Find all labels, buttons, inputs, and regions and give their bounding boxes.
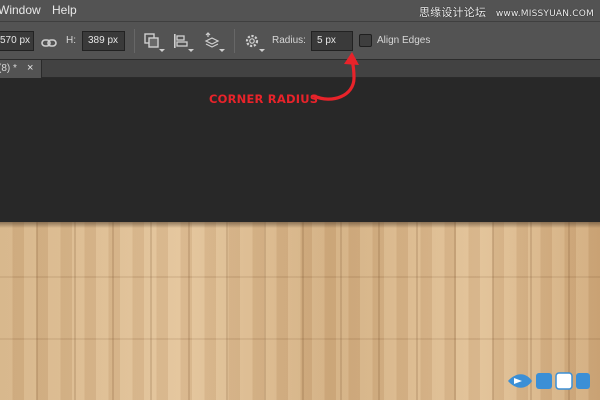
link-icon[interactable]: [40, 34, 58, 52]
watermark-url: www.MISSYUAN.COM: [495, 9, 594, 19]
height-label: H:: [66, 35, 76, 46]
site-logo-icon: [508, 372, 590, 390]
options-bar: 570 px H: 389 px Radius: 5 px Align Edge…: [0, 22, 600, 60]
document-tab[interactable]: (8) * ×: [0, 60, 42, 78]
menu-bar: Window Help 思缘设计论坛 www.MISSYUAN.COM: [0, 0, 600, 22]
height-field[interactable]: 389 px: [82, 31, 125, 51]
separator: [234, 29, 235, 53]
annotation-arrow-icon: [312, 52, 359, 101]
radius-label: Radius:: [272, 35, 306, 46]
document-tab-label: (8) *: [0, 63, 17, 74]
separator: [134, 29, 135, 53]
path-arrangement-icon[interactable]: [203, 32, 225, 52]
watermark-top: 思缘设计论坛 www.MISSYUAN.COM: [419, 4, 594, 20]
path-alignment-icon[interactable]: [172, 32, 194, 52]
width-field[interactable]: 570 px: [0, 31, 34, 51]
menu-window[interactable]: Window: [0, 3, 41, 17]
close-icon[interactable]: ×: [27, 62, 33, 74]
document-tab-bar: (8) * ×: [0, 60, 600, 78]
path-operations-icon[interactable]: [143, 32, 165, 52]
gear-icon[interactable]: [243, 32, 265, 52]
align-edges-label: Align Edges: [377, 35, 431, 46]
annotation-label: CORNER RADIUS: [209, 92, 319, 106]
menu-help[interactable]: Help: [52, 3, 77, 17]
panel-shadow: [0, 222, 600, 228]
watermark-text: 思缘设计论坛: [418, 6, 487, 19]
